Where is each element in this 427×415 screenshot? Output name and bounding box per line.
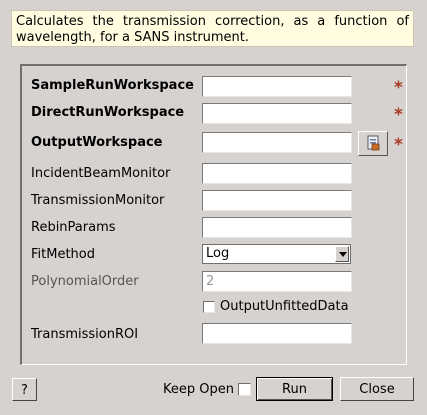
sample-run-workspace-input[interactable] <box>202 76 352 97</box>
required-star-icon: * <box>394 105 403 125</box>
transmission-roi-input[interactable] <box>202 323 352 344</box>
output-unfitted-data-checkbox[interactable] <box>203 301 215 313</box>
keep-open-label: Keep Open <box>163 382 234 397</box>
transmission-monitor-input[interactable] <box>202 190 352 211</box>
browse-workspace-button[interactable] <box>358 131 388 156</box>
fit-method-label: FitMethod <box>31 247 95 262</box>
algorithm-description: Calculates the transmission correction, … <box>11 10 414 47</box>
sample-run-workspace-label: SampleRunWorkspace <box>31 78 194 93</box>
output-workspace-input[interactable] <box>202 132 352 153</box>
run-button[interactable]: Run <box>256 377 333 401</box>
keep-open-checkbox[interactable] <box>238 383 251 396</box>
rebin-params-input[interactable] <box>202 217 352 238</box>
required-star-icon: * <box>394 135 403 155</box>
incident-beam-monitor-label: IncidentBeamMonitor <box>31 166 171 181</box>
rebin-params-label: RebinParams <box>31 220 116 235</box>
output-workspace-label: OutputWorkspace <box>31 135 163 150</box>
incident-beam-monitor-input[interactable] <box>202 163 352 184</box>
direct-run-workspace-input[interactable] <box>202 103 352 124</box>
output-unfitted-data-label: OutputUnfittedData <box>220 299 349 314</box>
direct-run-workspace-label: DirectRunWorkspace <box>31 105 185 120</box>
required-star-icon: * <box>394 78 403 98</box>
close-button[interactable]: Close <box>340 377 414 401</box>
polynomial-order-label: PolynomialOrder <box>31 274 139 289</box>
fit-method-select[interactable]: Log <box>202 244 351 264</box>
fit-method-value: Log <box>206 246 230 261</box>
chevron-down-icon[interactable] <box>335 246 349 262</box>
polynomial-order-input <box>202 271 352 292</box>
help-button[interactable]: ? <box>12 378 37 401</box>
transmission-roi-label: TransmissionROI <box>31 327 139 342</box>
transmission-monitor-label: TransmissionMonitor <box>31 193 165 208</box>
workspace-file-icon <box>367 135 380 151</box>
